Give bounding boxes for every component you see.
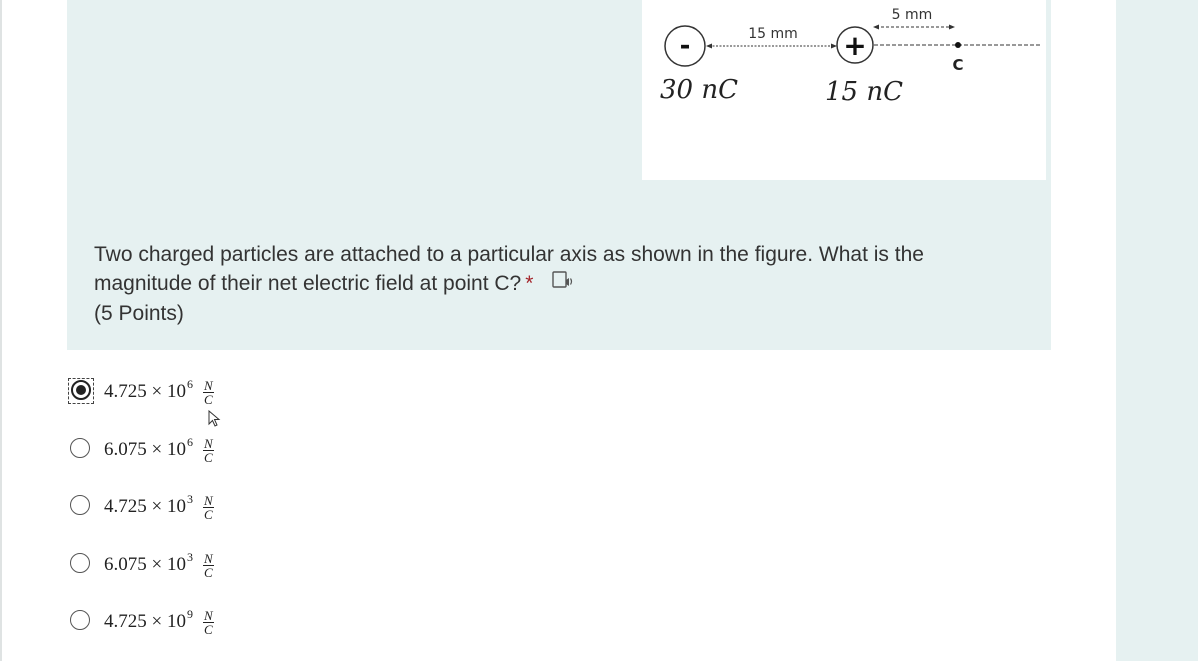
positive-charge-sign: + bbox=[843, 29, 866, 62]
mouse-cursor-icon bbox=[208, 410, 221, 427]
question-text: Two charged particles are attached to a … bbox=[94, 240, 994, 328]
charges-diagram: - + 15 mm 5 mm C 30 nC 15 nC bbox=[660, 7, 1042, 107]
unit-fraction: NC bbox=[202, 435, 214, 465]
distance-15mm-label: 15 mm bbox=[748, 26, 798, 42]
option-1-label: 4.725 × 10 6 NC bbox=[104, 376, 214, 407]
question-block: - + 15 mm 5 mm C 30 nC 15 nC Two charged… bbox=[67, 0, 1051, 350]
immersive-reader-icon[interactable] bbox=[551, 269, 575, 299]
question-line-1: Two charged particles are attached to a … bbox=[94, 243, 924, 266]
option-4[interactable]: 6.075 × 10 3 NC bbox=[68, 545, 368, 585]
unit-fraction: NC bbox=[202, 377, 214, 407]
left-charge-value: 30 nC bbox=[660, 75, 738, 105]
dim-arrow-right bbox=[831, 43, 837, 49]
form-card: - + 15 mm 5 mm C 30 nC 15 nC Two charged… bbox=[2, 0, 1116, 661]
question-figure: - + 15 mm 5 mm C 30 nC 15 nC bbox=[642, 0, 1046, 180]
radio-option-5[interactable] bbox=[70, 610, 90, 630]
option-5[interactable]: 4.725 × 10 9 NC bbox=[68, 602, 368, 642]
dim-arrow-left bbox=[706, 43, 712, 49]
question-line-2: magnitude of their net electric field at… bbox=[94, 272, 522, 295]
radio-option-2[interactable] bbox=[70, 438, 90, 458]
option-3-label: 4.725 × 10 3 NC bbox=[104, 491, 214, 522]
radio-option-3[interactable] bbox=[70, 495, 90, 515]
option-2[interactable]: 6.075 × 10 6 NC bbox=[68, 430, 368, 470]
option-5-label: 4.725 × 10 9 NC bbox=[104, 606, 214, 637]
unit-fraction: NC bbox=[202, 607, 214, 637]
radio-option-1-selected[interactable] bbox=[71, 380, 91, 400]
unit-fraction: NC bbox=[202, 550, 214, 580]
option-4-label: 6.075 × 10 3 NC bbox=[104, 549, 214, 580]
option-3[interactable]: 4.725 × 10 3 NC bbox=[68, 487, 368, 527]
distance-5mm-label: 5 mm bbox=[892, 7, 933, 23]
right-charge-value: 15 nC bbox=[825, 77, 903, 107]
dim5-arrow-left bbox=[873, 24, 879, 30]
question-points: (5 Points) bbox=[94, 302, 184, 326]
radio-option-4[interactable] bbox=[70, 553, 90, 573]
unit-fraction: NC bbox=[202, 492, 214, 522]
dim5-arrow-right bbox=[949, 24, 955, 30]
point-c-dot bbox=[955, 42, 961, 48]
option-2-label: 6.075 × 10 6 NC bbox=[104, 434, 214, 465]
required-mark: * bbox=[525, 272, 534, 295]
option-1[interactable]: 4.725 × 10 6 NC bbox=[68, 372, 368, 427]
negative-charge-sign: - bbox=[680, 31, 691, 61]
point-c-label: C bbox=[952, 56, 963, 74]
